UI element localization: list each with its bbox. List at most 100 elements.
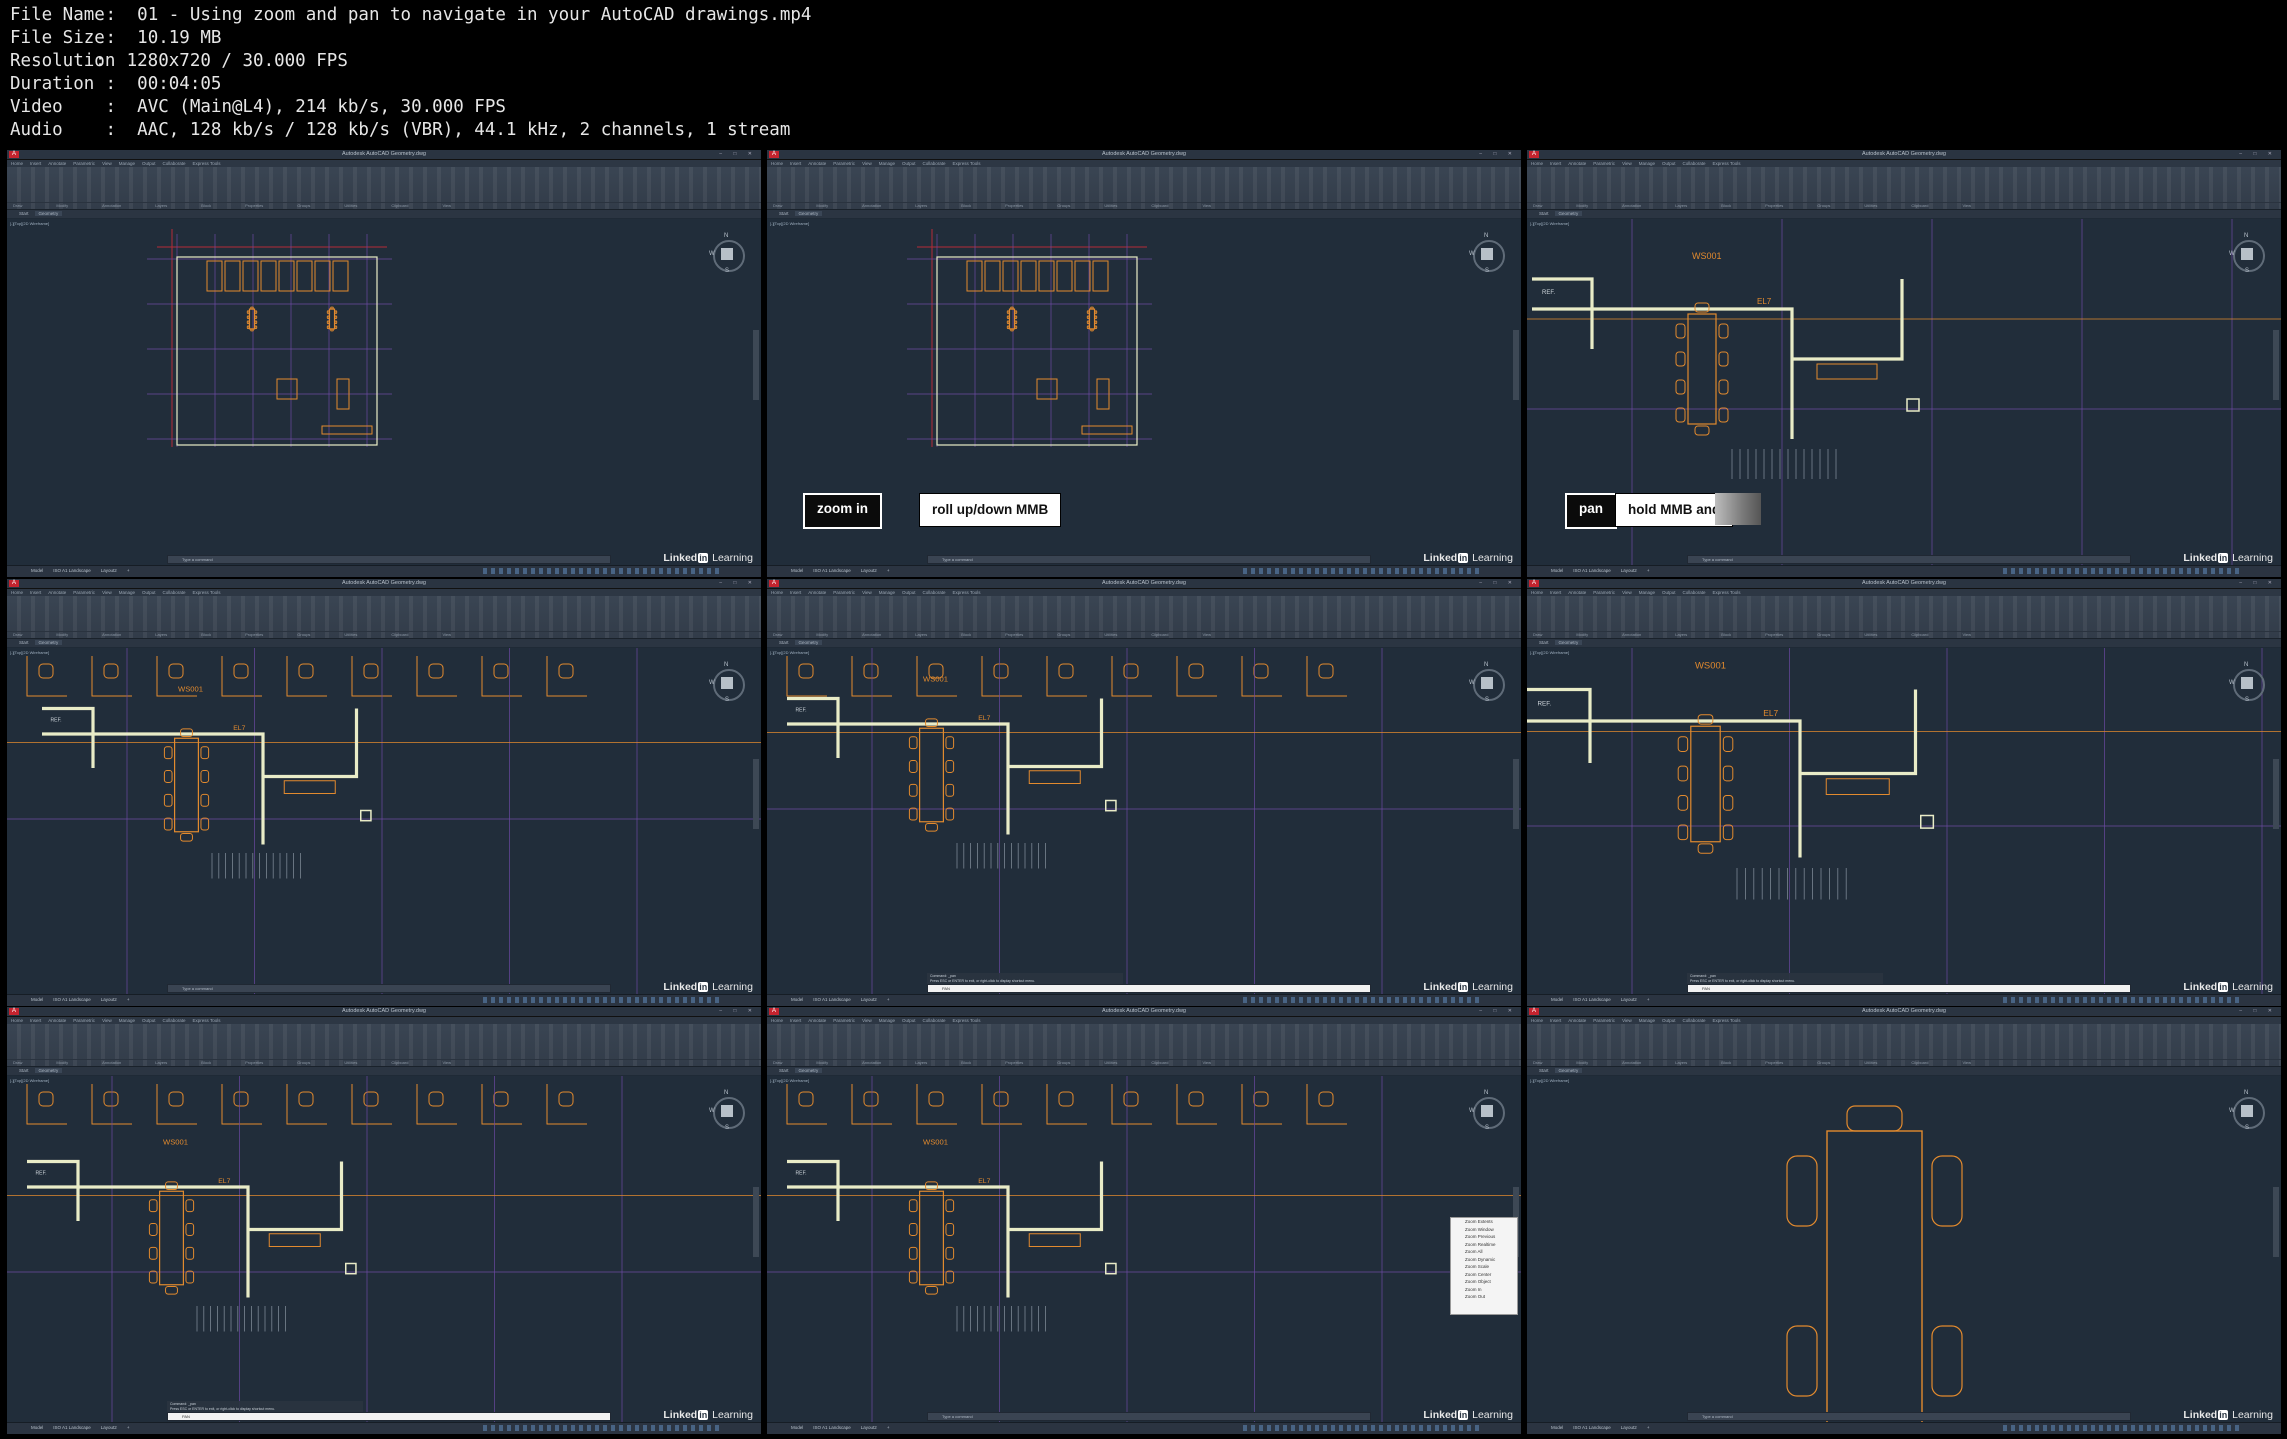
ribbon-tab[interactable]: Home: [11, 1018, 23, 1023]
ribbon-group-label[interactable]: Annotation: [862, 632, 881, 637]
ribbon-tab[interactable]: Collaborate: [163, 1018, 186, 1023]
ribbon-group-label[interactable]: Layers: [155, 632, 167, 637]
ribbon-tab[interactable]: Manage: [879, 1018, 895, 1023]
ribbon-tab[interactable]: Collaborate: [1683, 590, 1706, 595]
ribbon-group-label[interactable]: Clipboard: [391, 203, 408, 208]
command-line-input[interactable]: Type a command: [167, 555, 611, 564]
viewcube-face[interactable]: [721, 677, 733, 689]
ribbon-tab[interactable]: Output: [902, 1018, 916, 1023]
ribbon-group-label[interactable]: Utilities: [1104, 632, 1117, 637]
ribbon-group-label[interactable]: Annotation: [102, 203, 121, 208]
ribbon-tab[interactable]: Manage: [1639, 161, 1655, 166]
ribbon-tab[interactable]: Collaborate: [163, 161, 186, 166]
status-toggle-buttons[interactable]: [483, 1425, 723, 1431]
ribbon-group-label[interactable]: Block: [1721, 632, 1731, 637]
ribbon-group-label[interactable]: Draw: [773, 1060, 782, 1065]
ribbon-tab[interactable]: Output: [1662, 1018, 1676, 1023]
ribbon-tab[interactable]: Annotate: [48, 161, 66, 166]
viewcube-face[interactable]: [721, 1105, 733, 1117]
ribbon-group-label[interactable]: Block: [201, 203, 211, 208]
ribbon-group-label[interactable]: Modify: [1576, 1060, 1588, 1065]
layout-tab[interactable]: ISO A1 Landscape: [813, 1425, 851, 1430]
viewport-controls[interactable]: [-][Top][2D Wireframe]: [10, 1078, 49, 1083]
ribbon-group-label[interactable]: Block: [961, 1060, 971, 1065]
ribbon-tab[interactable]: Express Tools: [193, 1018, 221, 1023]
ribbon-tab[interactable]: Parametric: [73, 161, 95, 166]
ribbon-tab[interactable]: Manage: [119, 1018, 135, 1023]
ribbon-group-label[interactable]: Properties: [245, 632, 263, 637]
ribbon-group-label[interactable]: Groups: [1817, 203, 1830, 208]
window-controls[interactable]: – □ ✕: [2239, 1008, 2277, 1014]
ribbon-group-label[interactable]: Clipboard: [391, 632, 408, 637]
layout-tab[interactable]: Model: [1551, 568, 1563, 573]
ribbon-group-label[interactable]: Annotation: [102, 632, 121, 637]
ribbon-tab[interactable]: View: [102, 161, 112, 166]
ribbon-group-label[interactable]: Modify: [816, 632, 828, 637]
ribbon-tab[interactable]: Express Tools: [193, 161, 221, 166]
layout-tab[interactable]: Model: [31, 568, 43, 573]
ribbon-group-label[interactable]: Modify: [1576, 203, 1588, 208]
ribbon-tab[interactable]: Express Tools: [953, 1018, 981, 1023]
ribbon-group-label[interactable]: Block: [961, 632, 971, 637]
ribbon-group-label[interactable]: Draw: [13, 1060, 22, 1065]
viewcube-icon[interactable]: N W S: [1469, 1090, 1505, 1131]
doc-tab-start[interactable]: Start: [1539, 1068, 1549, 1073]
ribbon-tab[interactable]: Insert: [30, 161, 41, 166]
viewport-controls[interactable]: [-][Top][2D Wireframe]: [770, 650, 809, 655]
ribbon-tab[interactable]: Annotate: [808, 1018, 826, 1023]
window-controls[interactable]: – □ ✕: [2239, 580, 2277, 586]
doc-tab-geometry[interactable]: Geometry: [34, 1068, 63, 1073]
navigation-bar[interactable]: [753, 759, 759, 829]
layout-tab[interactable]: +: [1647, 1425, 1650, 1430]
ribbon-tab[interactable]: Collaborate: [923, 1018, 946, 1023]
status-toggle-buttons[interactable]: [2003, 1425, 2243, 1431]
ribbon-tab[interactable]: View: [102, 590, 112, 595]
layout-tab[interactable]: ISO A1 Landscape: [1573, 1425, 1611, 1430]
navigation-bar[interactable]: [1513, 759, 1519, 829]
layout-tab[interactable]: Layout2: [861, 1425, 877, 1430]
ribbon-tab[interactable]: Output: [1662, 590, 1676, 595]
command-line-input[interactable]: PAN: [1687, 984, 2131, 993]
layout-tab[interactable]: Model: [1551, 1425, 1563, 1430]
window-controls[interactable]: – □ ✕: [719, 1008, 757, 1014]
ribbon-group-label[interactable]: Groups: [1057, 632, 1070, 637]
ribbon-group-label[interactable]: Properties: [1765, 203, 1783, 208]
ribbon-group-label[interactable]: Annotation: [1622, 1060, 1641, 1065]
ribbon-tab[interactable]: Home: [11, 590, 23, 595]
doc-tab-start[interactable]: Start: [779, 211, 789, 216]
ribbon-group-label[interactable]: Modify: [1576, 632, 1588, 637]
ribbon-group-label[interactable]: View: [1202, 203, 1211, 208]
layout-tab[interactable]: Layout2: [861, 997, 877, 1002]
layout-tab[interactable]: Model: [791, 1425, 803, 1430]
ribbon-tab[interactable]: Insert: [1550, 590, 1561, 595]
ribbon-tab[interactable]: Collaborate: [923, 590, 946, 595]
layout-tab[interactable]: ISO A1 Landscape: [53, 997, 91, 1002]
layout-tab[interactable]: Model: [31, 1425, 43, 1430]
layout-tab[interactable]: ISO A1 Landscape: [1573, 568, 1611, 573]
ribbon-group-label[interactable]: Groups: [297, 632, 310, 637]
ribbon-tab[interactable]: Annotate: [48, 1018, 66, 1023]
doc-tab-start[interactable]: Start: [1539, 640, 1549, 645]
ribbon-group-label[interactable]: View: [1202, 632, 1211, 637]
ribbon-tab[interactable]: Output: [142, 590, 156, 595]
ribbon-tab[interactable]: Annotate: [1568, 161, 1586, 166]
ribbon-group-label[interactable]: Block: [201, 632, 211, 637]
viewport-controls[interactable]: [-][Top][2D Wireframe]: [10, 650, 49, 655]
navigation-bar[interactable]: [2273, 1187, 2279, 1257]
viewcube-icon[interactable]: N W S: [1469, 233, 1505, 274]
zoom-menu-item[interactable]: Zoom Previous: [1451, 1233, 1517, 1241]
drawing-canvas[interactable]: WS001 EL7 REF.: [767, 648, 1521, 994]
ribbon-group-label[interactable]: Clipboard: [391, 1060, 408, 1065]
ribbon-tab[interactable]: Express Tools: [953, 161, 981, 166]
navigation-bar[interactable]: [1513, 330, 1519, 400]
layout-tab[interactable]: Model: [791, 568, 803, 573]
navigation-bar[interactable]: [753, 330, 759, 400]
zoom-menu[interactable]: Zoom Extents Zoom Window Zoom Previous Zoom…: [1450, 1217, 1518, 1315]
ribbon-tab[interactable]: Parametric: [1593, 1018, 1615, 1023]
doc-tab-geometry[interactable]: Geometry: [794, 211, 823, 216]
doc-tab-geometry[interactable]: Geometry: [34, 640, 63, 645]
viewcube-face[interactable]: [2241, 248, 2253, 260]
layout-tab[interactable]: +: [127, 997, 130, 1002]
ribbon-group-label[interactable]: Clipboard: [1151, 203, 1168, 208]
ribbon-group-label[interactable]: Layers: [155, 203, 167, 208]
